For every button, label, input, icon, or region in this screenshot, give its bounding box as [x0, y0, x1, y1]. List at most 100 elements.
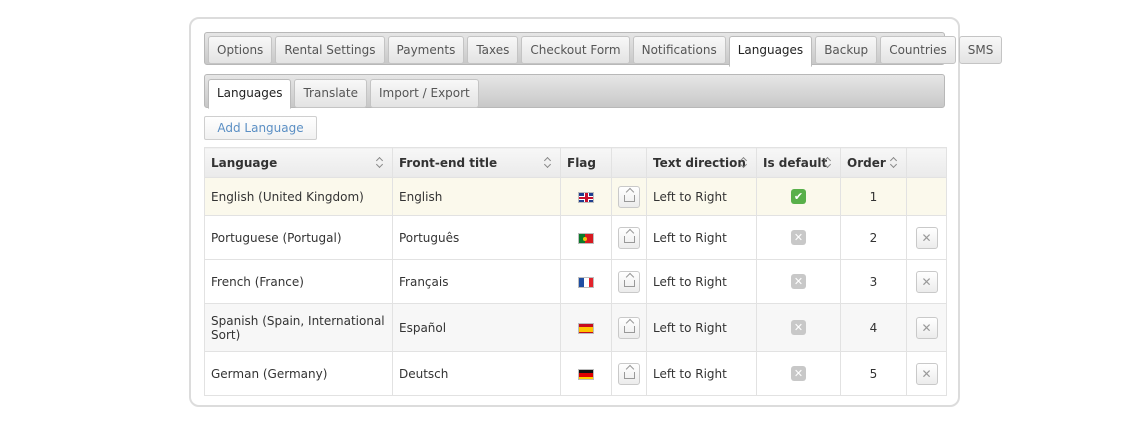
cell-direction: Left to Right: [646, 259, 757, 304]
close-icon: ✕: [921, 230, 932, 245]
cell-order: 4: [840, 303, 907, 352]
cell-flag: [560, 215, 612, 260]
column-header-label: Order: [847, 155, 886, 170]
table-row[interactable]: French (France) Français Left to Right ✕…: [204, 259, 947, 304]
cell-upload: [611, 177, 647, 216]
check-icon[interactable]: ✔: [791, 189, 806, 204]
cell-upload: [611, 303, 647, 352]
column-header-direction[interactable]: Text direction: [646, 147, 757, 178]
cell-language: Spanish (Spain, International Sort): [204, 303, 393, 352]
column-header-label: Language: [211, 155, 278, 170]
upload-flag-button[interactable]: [618, 362, 640, 385]
not-default-icon[interactable]: ✕: [791, 320, 806, 335]
cell-language: Portuguese (Portugal): [204, 215, 393, 260]
tab-languages[interactable]: Languages: [728, 36, 813, 67]
cell-title: Français: [392, 259, 561, 304]
cell-language: French (France): [204, 259, 393, 304]
cell-flag: [560, 177, 612, 216]
upload-flag-button[interactable]: [618, 270, 640, 293]
upload-icon: [624, 279, 635, 287]
upload-flag-button[interactable]: [618, 226, 640, 249]
upload-flag-button[interactable]: [618, 316, 640, 339]
tab-options[interactable]: Options: [208, 36, 273, 64]
cell-upload: [611, 259, 647, 304]
close-icon: ✕: [921, 274, 932, 289]
cell-upload: [611, 215, 647, 260]
column-header-flag: Flag: [560, 147, 612, 178]
cell-direction: Left to Right: [646, 303, 757, 352]
column-header-order[interactable]: Order: [840, 147, 907, 178]
column-header-label: Is default: [763, 155, 828, 170]
cell-title: Deutsch: [392, 351, 561, 396]
tab-countries[interactable]: Countries: [880, 36, 956, 64]
cell-actions: ✕: [906, 351, 947, 396]
cell-is-default: ✕: [756, 259, 841, 304]
cell-is-default: ✕: [756, 303, 841, 352]
column-header-language[interactable]: Language: [204, 147, 393, 178]
settings-panel: Options Rental Settings Payments Taxes C…: [189, 17, 1003, 407]
column-header-actions: [906, 147, 947, 178]
column-header-label: Text direction: [653, 155, 746, 170]
not-default-icon[interactable]: ✕: [791, 366, 806, 381]
add-language-button[interactable]: Add Language: [204, 116, 317, 140]
cell-is-default: ✕: [756, 215, 841, 260]
sort-icon: [544, 157, 552, 169]
cell-is-default: ✕: [756, 351, 841, 396]
not-default-icon[interactable]: ✕: [791, 274, 806, 289]
cell-order: 5: [840, 351, 907, 396]
delete-language-button[interactable]: ✕: [915, 316, 938, 339]
sort-icon: [890, 157, 898, 169]
sort-icon: [740, 157, 748, 169]
flag-fr-icon: [578, 276, 594, 288]
cell-is-default: ✔: [756, 177, 841, 216]
tab-notifications[interactable]: Notifications: [632, 36, 726, 64]
flag-de-icon: [578, 368, 594, 380]
cell-upload: [611, 351, 647, 396]
column-header-is-default[interactable]: Is default: [756, 147, 841, 178]
subtab-translate[interactable]: Translate: [294, 79, 367, 108]
cell-actions: [906, 177, 947, 216]
tab-checkout-form[interactable]: Checkout Form: [521, 36, 630, 64]
upload-icon: [624, 194, 635, 202]
cell-actions: ✕: [906, 259, 947, 304]
column-header-upload: [611, 147, 647, 178]
sub-tab-bar: Languages Translate Import / Export: [204, 74, 945, 109]
cell-flag: [560, 303, 612, 352]
tab-rental-settings[interactable]: Rental Settings: [275, 36, 385, 64]
table-row[interactable]: Portuguese (Portugal) Português Left to …: [204, 215, 947, 260]
delete-language-button[interactable]: ✕: [915, 362, 938, 385]
tab-taxes[interactable]: Taxes: [467, 36, 519, 64]
delete-language-button[interactable]: ✕: [915, 226, 938, 249]
cell-direction: Left to Right: [646, 177, 757, 216]
cell-order: 2: [840, 215, 907, 260]
cell-title: Español: [392, 303, 561, 352]
column-header-title[interactable]: Front-end title: [392, 147, 561, 178]
cell-direction: Left to Right: [646, 351, 757, 396]
upload-icon: [624, 371, 635, 379]
subtab-import-export[interactable]: Import / Export: [369, 79, 479, 108]
upload-flag-button[interactable]: [618, 185, 640, 208]
close-icon: ✕: [921, 320, 932, 335]
table-row[interactable]: English (United Kingdom) English Left to…: [204, 177, 947, 216]
column-header-label: Front-end title: [399, 155, 498, 170]
upload-icon: [624, 235, 635, 243]
flag-es-icon: [578, 322, 594, 334]
flag-gb-icon: [578, 191, 594, 203]
cell-order: 3: [840, 259, 907, 304]
cell-direction: Left to Right: [646, 215, 757, 260]
not-default-icon[interactable]: ✕: [791, 230, 806, 245]
tab-payments[interactable]: Payments: [387, 36, 465, 64]
flag-pt-icon: [578, 232, 594, 244]
table-row[interactable]: German (Germany) Deutsch Left to Right ✕…: [204, 351, 947, 396]
delete-language-button[interactable]: ✕: [915, 270, 938, 293]
cell-flag: [560, 351, 612, 396]
tab-sms[interactable]: SMS: [958, 36, 1003, 64]
upload-icon: [624, 325, 635, 333]
close-icon: ✕: [921, 366, 932, 381]
tab-backup[interactable]: Backup: [815, 36, 878, 64]
cell-actions: ✕: [906, 303, 947, 352]
cell-title: English: [392, 177, 561, 216]
cell-actions: ✕: [906, 215, 947, 260]
subtab-languages[interactable]: Languages: [208, 79, 292, 109]
table-row[interactable]: Spanish (Spain, International Sort) Espa…: [204, 303, 947, 352]
